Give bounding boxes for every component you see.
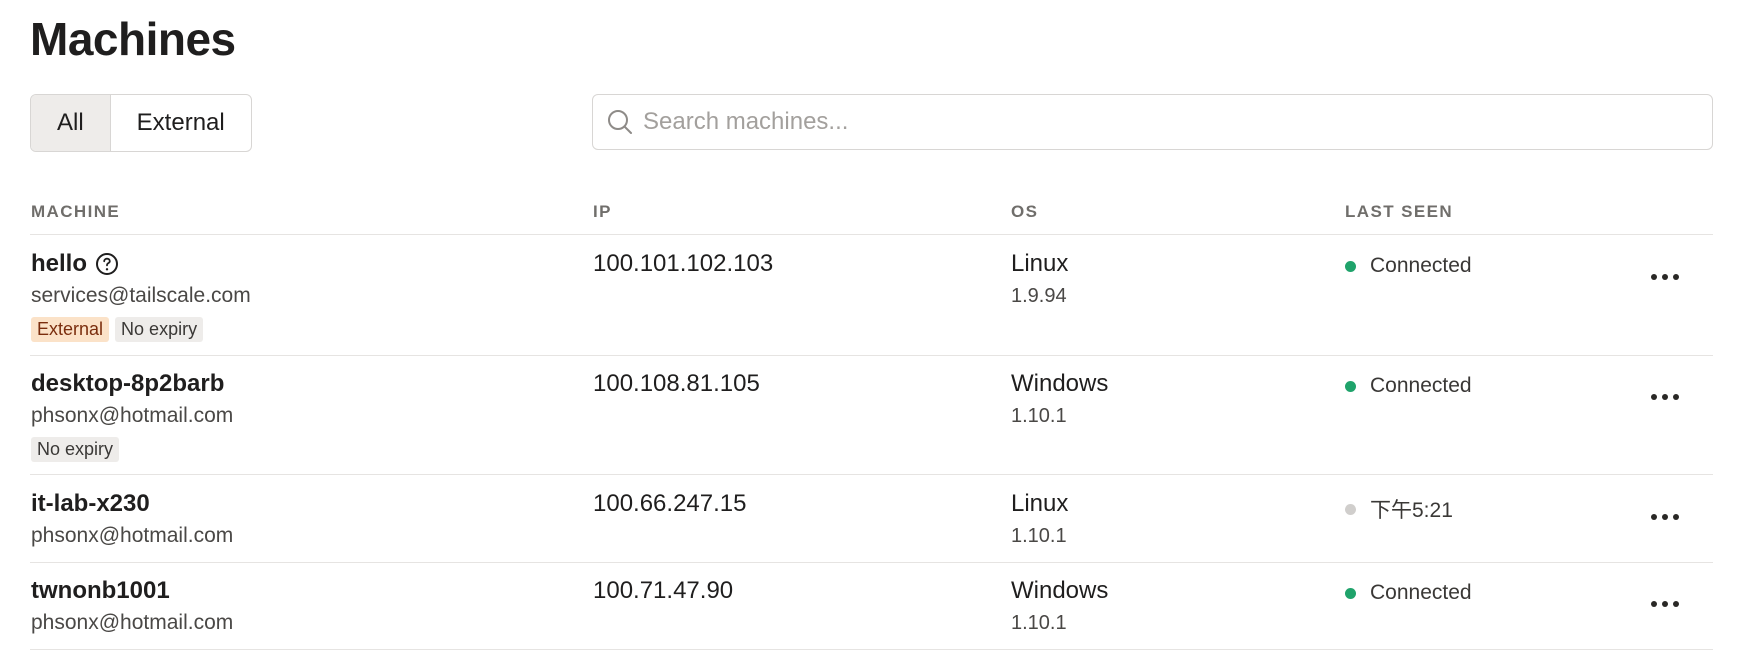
status-dot (1345, 503, 1356, 515)
machine-ip[interactable]: 100.71.47.90 (593, 577, 733, 605)
last-seen-status: Connected (1345, 581, 1472, 605)
column-header-ip: IP (593, 202, 612, 221)
machine-name[interactable]: it-lab-x230 (31, 490, 150, 518)
os-name: Windows (1011, 370, 1109, 397)
more-options-button[interactable] (1647, 594, 1683, 614)
column-header-os: OS (1011, 202, 1039, 221)
machine-owner: phsonx@hotmail.com (31, 404, 234, 427)
more-options-button[interactable] (1647, 387, 1683, 407)
machine-owner: phsonx@hotmail.com (31, 524, 234, 547)
filter-external-button[interactable]: External (109, 95, 251, 151)
os-version: 1.9.94 (1011, 285, 1067, 307)
machine-filter-toggle: All External (30, 94, 252, 152)
os-cell: Windows 1.10.1 (1011, 577, 1108, 635)
machine-tags: External No expiry (31, 317, 251, 342)
os-cell: Linux 1.10.1 (1011, 490, 1068, 548)
machine-owner: services@tailscale.com (31, 284, 251, 307)
last-seen-status: 下午5:21 (1345, 494, 1453, 524)
machine-cell: hello services@tailscale.com External No… (31, 250, 251, 342)
machine-cell: twnonb1001 phsonx@hotmail.com (31, 577, 233, 635)
more-options-button[interactable] (1647, 507, 1683, 527)
no-expiry-tag: No expiry (115, 317, 204, 342)
machine-name[interactable]: desktop-8p2barb (31, 370, 224, 398)
row-divider (30, 562, 1713, 563)
row-divider (30, 474, 1713, 475)
external-tag: External (31, 317, 110, 342)
last-seen-text: Connected (1370, 254, 1472, 277)
no-expiry-tag: No expiry (31, 437, 120, 462)
search-icon (605, 107, 635, 137)
column-header-last-seen: LAST SEEN (1345, 202, 1454, 221)
os-name: Linux (1011, 490, 1069, 517)
filter-all-button[interactable]: All (31, 95, 110, 151)
status-dot (1345, 587, 1356, 599)
last-seen-text: Connected (1370, 374, 1472, 397)
row-divider (30, 355, 1713, 356)
status-dot (1345, 260, 1356, 272)
row-divider (30, 234, 1713, 235)
machine-name[interactable]: twnonb1001 (31, 577, 170, 605)
machine-cell: desktop-8p2barb phsonx@hotmail.com No ex… (31, 370, 233, 462)
os-version: 1.10.1 (1011, 612, 1067, 634)
os-cell: Windows 1.10.1 (1011, 370, 1108, 428)
machine-ip[interactable]: 100.66.247.15 (593, 490, 746, 518)
os-version: 1.10.1 (1011, 405, 1067, 427)
machine-cell: it-lab-x230 phsonx@hotmail.com (31, 490, 233, 548)
row-divider (30, 649, 1713, 650)
machine-ip[interactable]: 100.108.81.105 (593, 370, 760, 398)
machine-ip[interactable]: 100.101.102.103 (593, 250, 773, 278)
page-title: Machines (30, 13, 236, 65)
column-header-machine: MACHINE (31, 202, 121, 221)
last-seen-status: Connected (1345, 254, 1472, 278)
os-cell: Linux 1.9.94 (1011, 250, 1068, 308)
status-dot (1345, 380, 1356, 392)
machine-owner: phsonx@hotmail.com (31, 611, 234, 634)
search-box (592, 94, 1713, 150)
os-name: Linux (1011, 250, 1069, 277)
machine-tags: No expiry (31, 437, 233, 462)
machine-name[interactable]: hello (31, 250, 87, 278)
last-seen-text: 下午5:21 (1370, 499, 1453, 522)
more-options-button[interactable] (1647, 267, 1683, 287)
last-seen-text: Connected (1370, 581, 1472, 604)
os-version: 1.10.1 (1011, 525, 1067, 547)
last-seen-status: Connected (1345, 374, 1472, 398)
search-input[interactable] (641, 107, 1712, 137)
question-circle-icon[interactable] (95, 252, 119, 276)
os-name: Windows (1011, 577, 1109, 604)
